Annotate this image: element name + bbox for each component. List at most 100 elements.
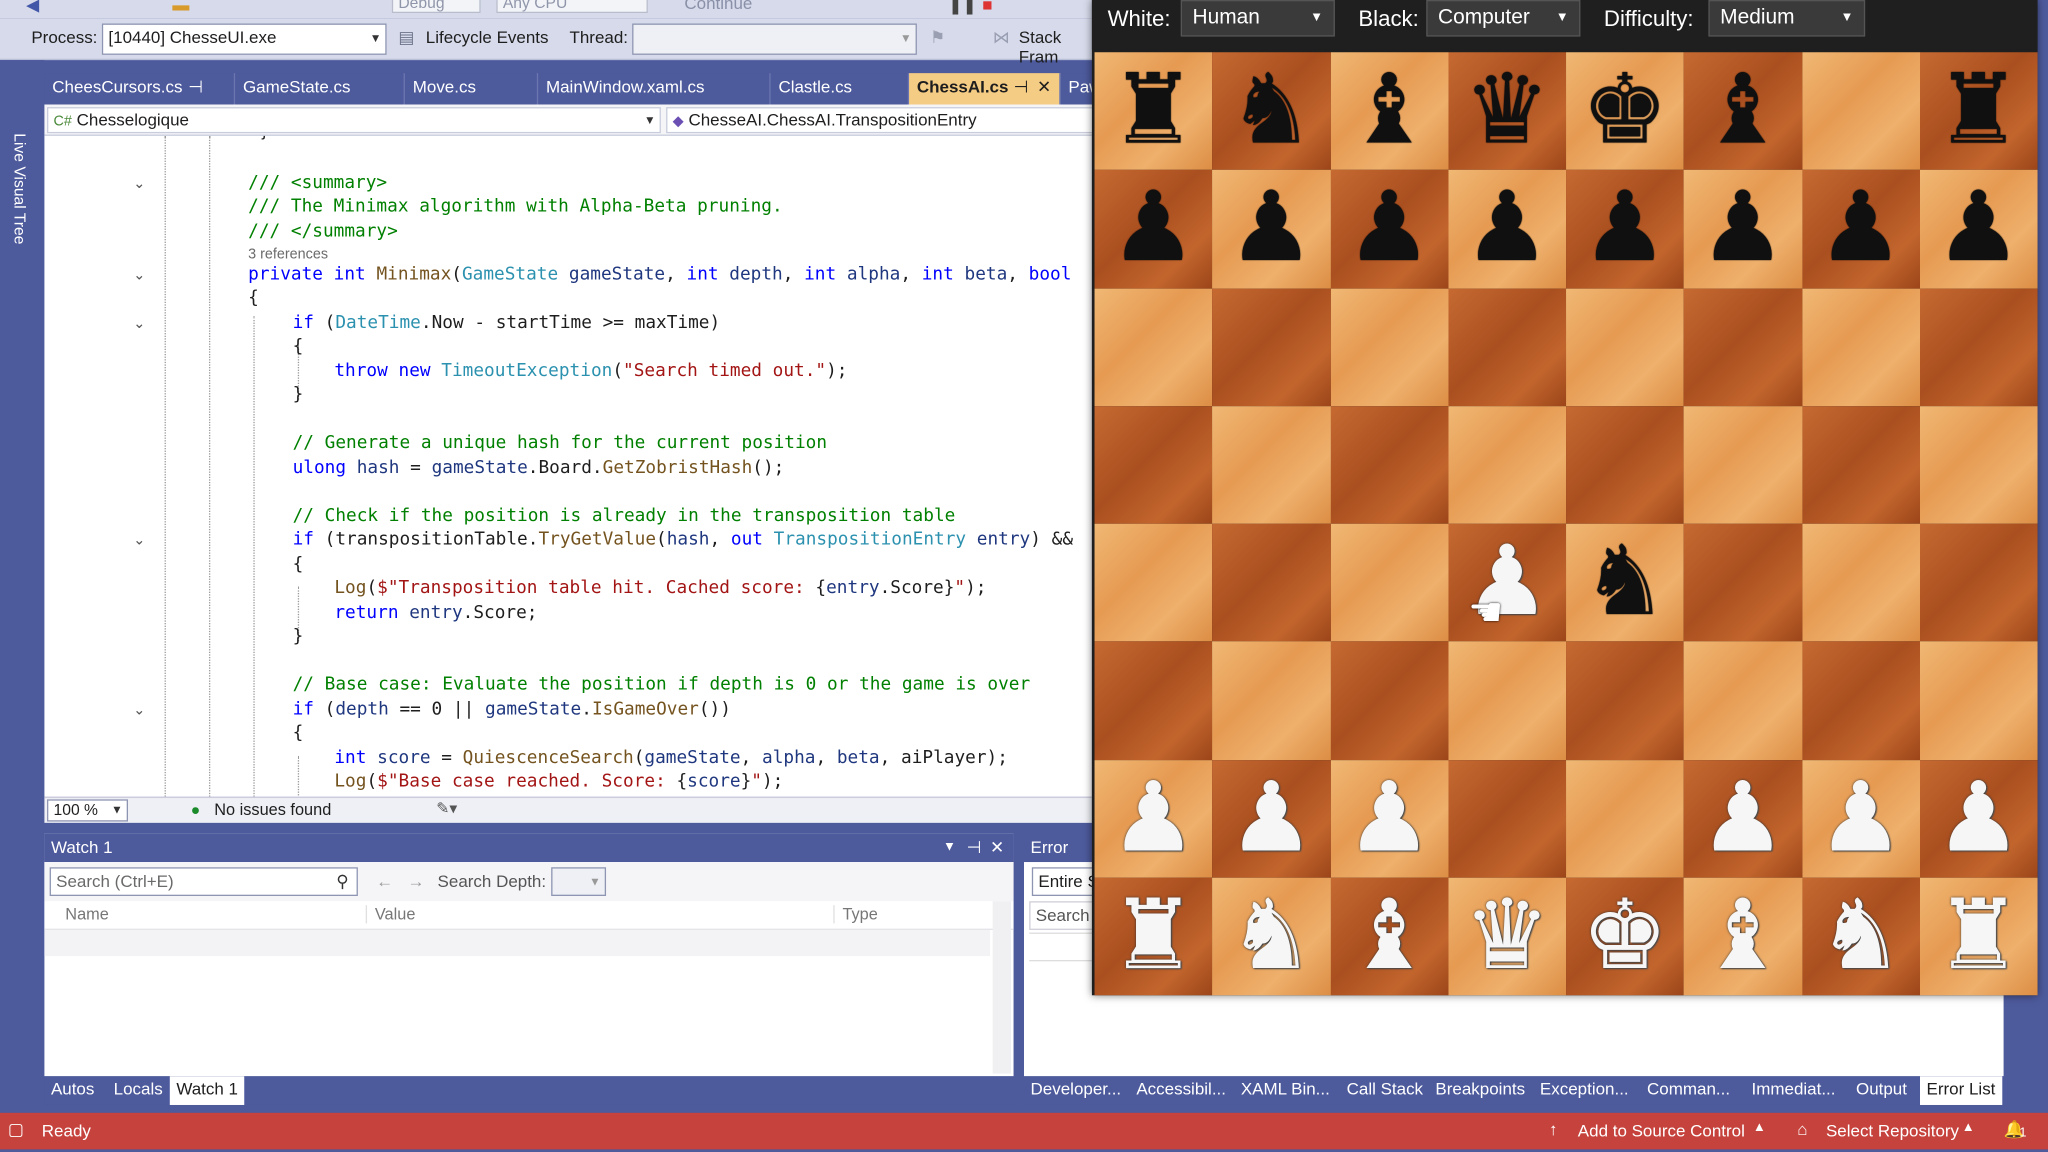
tab-immediate[interactable]: Immediat... (1745, 1076, 1842, 1105)
black-rook-icon[interactable]: ♜ (1920, 52, 2038, 170)
search-icon[interactable]: ⚲ (336, 869, 348, 895)
white-knight-icon[interactable]: ♞ (1802, 877, 1920, 995)
pause-icon[interactable]: ❚❚ (948, 0, 976, 14)
tab-watch1[interactable]: Watch 1 (169, 1076, 245, 1105)
tab-mainwindow[interactable]: MainWindow.xaml.cs (538, 73, 771, 105)
platform-dropdown[interactable]: Any CPU (496, 0, 648, 14)
member-dropdown[interactable]: ◆ ChesseAI.ChessAI.TranspositionEntry (666, 107, 1098, 134)
black-pawn-icon[interactable]: ♟ (1095, 170, 1213, 288)
tab-move[interactable]: Move.cs (405, 73, 539, 105)
live-visual-tree-tab[interactable]: Live Visual Tree (10, 133, 28, 244)
white-queen-icon[interactable]: ♛ (1448, 877, 1566, 995)
square-a5[interactable] (1094, 405, 1213, 524)
black-rook-icon[interactable]: ♜ (1095, 52, 1213, 170)
square-a3[interactable] (1094, 641, 1213, 760)
white-bishop-icon[interactable]: ♝ (1330, 877, 1448, 995)
square-e3[interactable] (1566, 641, 1684, 760)
tab-cheescursors[interactable]: CheesCursors.cs ⊣ (44, 73, 236, 105)
white-pawn-icon[interactable]: ♟ (1448, 524, 1566, 642)
square-c5[interactable] (1330, 405, 1449, 524)
black-pawn-icon[interactable]: ♟ (1684, 170, 1802, 288)
tab-clastle[interactable]: Clastle.cs (771, 73, 910, 105)
column-type[interactable]: Type (833, 905, 878, 924)
square-d6[interactable] (1448, 287, 1567, 406)
tab-output[interactable]: Output (1849, 1076, 1913, 1105)
square-h4[interactable] (1919, 523, 2038, 642)
white-pawn-icon[interactable]: ♟ (1802, 760, 1920, 878)
black-king-icon[interactable]: ♚ (1566, 52, 1684, 170)
column-name[interactable]: Name (65, 905, 109, 923)
process-dropdown[interactable]: [10440] ChesseUI.exe ▼ (101, 23, 387, 55)
white-pawn-icon[interactable]: ♟ (1095, 760, 1213, 878)
white-king-icon[interactable]: ♚ (1566, 877, 1684, 995)
watch-search-input[interactable]: Search (Ctrl+E) ⚲ (49, 867, 358, 896)
black-pawn-icon[interactable]: ♟ (1448, 170, 1566, 288)
pin-icon[interactable]: ⊣ (1014, 73, 1029, 102)
square-g4[interactable] (1801, 523, 1920, 642)
tab-accessibility[interactable]: Accessibil... (1130, 1076, 1233, 1105)
square-e5[interactable] (1566, 405, 1684, 524)
references-codelens[interactable]: 3 references (248, 247, 328, 263)
square-h6[interactable] (1919, 287, 2038, 406)
tab-chessai[interactable]: ChessAI.cs ⊣ ✕ (909, 73, 1061, 105)
white-pawn-icon[interactable]: ♟ (1684, 760, 1802, 878)
white-player-dropdown[interactable]: Human ▼ (1180, 0, 1335, 37)
thread-dropdown[interactable]: ▼ (632, 23, 917, 55)
pin-icon[interactable]: ⊣ (967, 833, 982, 862)
back-icon[interactable]: ◀ (26, 0, 47, 14)
tab-locals[interactable]: Locals (107, 1076, 169, 1105)
square-c4[interactable] (1330, 523, 1449, 642)
square-f5[interactable] (1683, 405, 1802, 524)
square-h5[interactable] (1919, 405, 2038, 524)
black-bishop-icon[interactable]: ♝ (1684, 52, 1802, 170)
watch-scrollbar[interactable] (992, 901, 1011, 1074)
search-depth-dropdown[interactable]: ▼ (551, 867, 607, 896)
square-b6[interactable] (1212, 287, 1331, 406)
white-pawn-icon[interactable]: ♟ (1330, 760, 1448, 878)
code-editor[interactable]: } ⌄ ⌄ ⌄ ⌄ ⌄ /// <summary> /// The Minima… (44, 135, 1092, 797)
tab-xaml-binding[interactable]: XAML Bin... (1234, 1076, 1336, 1105)
tab-gamestate[interactable]: GameState.cs (235, 73, 405, 105)
add-to-source-control[interactable]: Add to Source Control (1578, 1121, 1745, 1141)
cleanup-icon[interactable]: ✎▾ (436, 799, 457, 817)
fold-toggle-icon[interactable]: ⌄ (133, 266, 145, 284)
square-d5[interactable] (1448, 405, 1567, 524)
zoom-dropdown[interactable]: 100 % ▼ (47, 799, 128, 822)
tab-call-stack[interactable]: Call Stack (1340, 1076, 1430, 1105)
square-g3[interactable] (1801, 641, 1920, 760)
column-value[interactable]: Value (365, 905, 415, 924)
white-rook-icon[interactable]: ♜ (1095, 877, 1213, 995)
continue-button[interactable]: Continue (684, 0, 752, 13)
stop-icon[interactable]: ■ (982, 0, 1003, 14)
white-pawn-icon[interactable]: ♟ (1920, 760, 2038, 878)
tab-breakpoints[interactable]: Breakpoints (1429, 1076, 1532, 1105)
close-icon[interactable]: ✕ (1037, 73, 1051, 102)
pin-icon[interactable]: ⊣ (188, 73, 203, 102)
back-arrow-icon[interactable]: ← (376, 871, 393, 891)
tab-autos[interactable]: Autos (44, 1076, 100, 1105)
watch-empty-row[interactable] (44, 929, 991, 957)
black-bishop-icon[interactable]: ♝ (1330, 52, 1448, 170)
white-knight-icon[interactable]: ♞ (1212, 877, 1330, 995)
square-c3[interactable] (1330, 641, 1449, 760)
black-knight-icon[interactable]: ♞ (1566, 524, 1684, 642)
difficulty-dropdown[interactable]: Medium ▼ (1708, 0, 1866, 37)
fold-toggle-icon[interactable]: ⌄ (133, 532, 145, 549)
square-b5[interactable] (1212, 405, 1331, 524)
forward-arrow-icon[interactable]: → (408, 871, 425, 891)
square-e2[interactable] (1566, 759, 1684, 878)
close-icon[interactable]: ✕ (990, 833, 1004, 862)
black-pawn-icon[interactable]: ♟ (1802, 170, 1920, 288)
flag-icon[interactable]: ⚑ (930, 27, 945, 48)
tab-command[interactable]: Comman... (1640, 1076, 1736, 1105)
black-queen-icon[interactable]: ♛ (1448, 52, 1566, 170)
white-bishop-icon[interactable]: ♝ (1684, 877, 1802, 995)
square-d2[interactable] (1448, 759, 1567, 878)
tab-exception[interactable]: Exception... (1533, 1076, 1635, 1105)
white-pawn-icon[interactable]: ♟ (1212, 760, 1330, 878)
issues-status[interactable]: No issues found (214, 801, 331, 819)
black-pawn-icon[interactable]: ♟ (1330, 170, 1448, 288)
square-h3[interactable] (1919, 641, 2038, 760)
square-f6[interactable] (1683, 287, 1802, 406)
chess-board[interactable]: ♜ ♞ ♝ ♛ ♚ ♝ ♜ ♟ ♟ ♟ ♟ ♟ ♟ ♟ ♟ ♟ ♞ ♟ ♟ ♟ ♟ ♟ ♟ ♜ ♞ ♝ ♛ ♚ ♝ ♞ ♜ (1094, 52, 2038, 996)
